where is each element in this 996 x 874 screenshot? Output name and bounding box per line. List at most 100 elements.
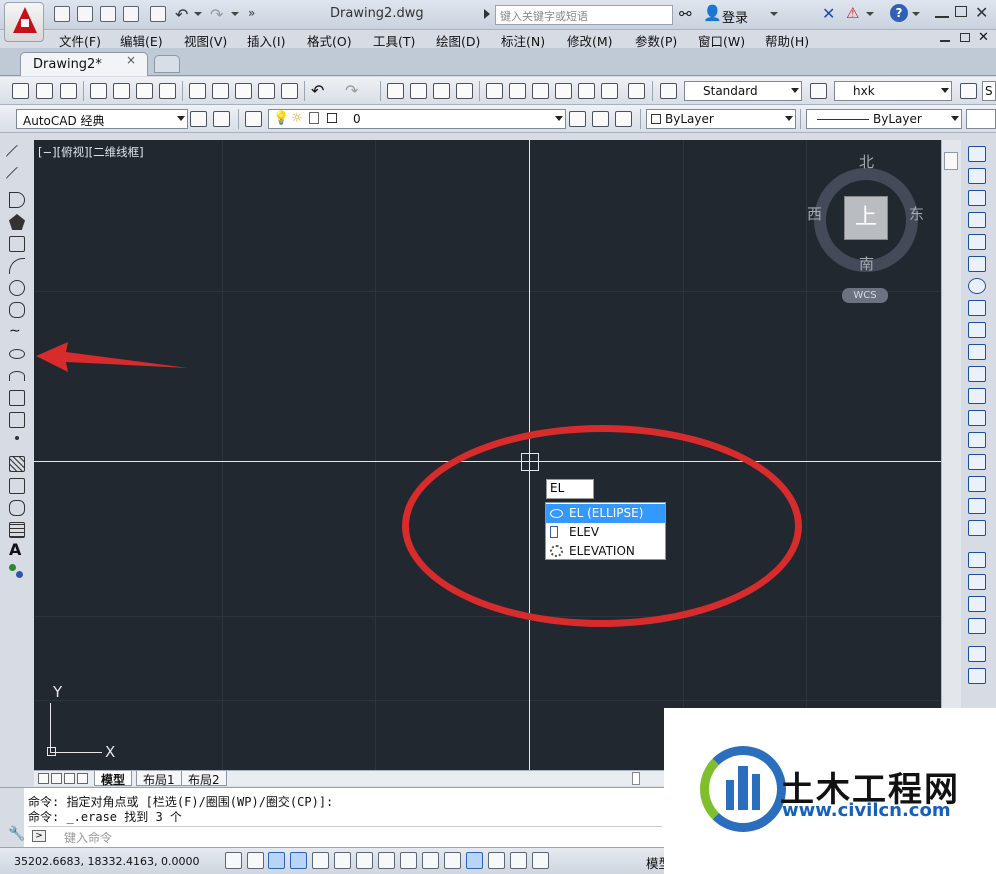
make-block-icon[interactable] — [9, 412, 25, 428]
next-layout-icon[interactable] — [64, 773, 75, 784]
stretch-icon[interactable] — [968, 322, 986, 338]
point-icon[interactable] — [15, 436, 19, 440]
text-style-select[interactable]: Standard — [684, 81, 802, 101]
minimize-icon[interactable] — [935, 8, 949, 18]
hatch-back-icon[interactable] — [968, 668, 986, 684]
layer-state-icon[interactable] — [615, 111, 632, 127]
layer-properties-icon[interactable] — [245, 111, 262, 127]
selection-cycling-icon[interactable] — [510, 852, 527, 869]
zoom-previous-icon[interactable] — [456, 83, 473, 99]
ortho-mode-icon[interactable] — [290, 852, 307, 869]
line-icon[interactable] — [5, 144, 29, 168]
dynamic-command-input[interactable]: EL — [546, 479, 594, 499]
more-tools-icon[interactable]: » — [248, 6, 255, 20]
dim-style-icon[interactable] — [810, 83, 827, 99]
chamfer-icon[interactable] — [968, 454, 986, 470]
object-snap-tracking-icon[interactable] — [378, 852, 395, 869]
offset-icon[interactable] — [968, 212, 986, 228]
lineweight-select[interactable] — [966, 109, 996, 129]
break-icon[interactable] — [968, 410, 986, 426]
plot-icon[interactable] — [90, 83, 107, 99]
text-front-icon[interactable] — [968, 646, 986, 662]
redo-dropdown-icon[interactable] — [231, 12, 239, 18]
undo-dropdown-icon[interactable] — [194, 12, 202, 18]
open-file-icon[interactable] — [77, 6, 93, 22]
object-snap-icon[interactable] — [334, 852, 351, 869]
construction-line-icon[interactable] — [5, 166, 29, 190]
workspace-select[interactable]: AutoCAD 经典 — [16, 109, 188, 129]
zoom-window-icon[interactable] — [433, 83, 450, 99]
move-icon[interactable] — [968, 256, 986, 272]
horizontal-scroll-thumb[interactable] — [632, 772, 640, 785]
login-link[interactable]: 登录 — [722, 7, 748, 26]
arc-icon[interactable] — [9, 258, 25, 274]
array-icon[interactable] — [968, 234, 986, 250]
vertical-scrollbar[interactable] — [941, 140, 961, 770]
compass-east[interactable]: 东 — [909, 203, 924, 224]
layer-previous-icon[interactable] — [592, 111, 609, 127]
scrollbar-thumb[interactable] — [944, 152, 958, 170]
3d-osnap-icon[interactable] — [356, 852, 373, 869]
revcloud-icon[interactable] — [9, 302, 25, 318]
compass-south[interactable]: 南 — [859, 253, 874, 274]
help-dropdown-icon[interactable] — [912, 12, 920, 18]
add-selected-icon[interactable] — [9, 564, 25, 580]
publish-icon[interactable] — [136, 83, 153, 99]
first-layout-icon[interactable] — [38, 773, 49, 784]
doc-minimize-icon[interactable] — [940, 40, 950, 42]
user-icon[interactable]: 👤 — [703, 4, 722, 22]
blend-curves-icon[interactable] — [968, 498, 986, 514]
login-dropdown-icon[interactable] — [770, 12, 778, 18]
connect-icon[interactable]: ⚠ — [846, 4, 859, 22]
table-style-icon[interactable] — [960, 83, 977, 99]
binoculars-icon[interactable]: ⚯ — [679, 5, 692, 23]
undo-icon[interactable]: ↶ — [175, 5, 188, 24]
save-icon[interactable] — [100, 6, 116, 22]
tab-layout2[interactable]: 布局2 — [181, 771, 227, 787]
pan-icon[interactable] — [387, 83, 404, 99]
gradient-icon[interactable] — [9, 478, 25, 494]
workspace-settings-icon[interactable] — [190, 111, 207, 127]
tab-close-icon[interactable]: × — [126, 53, 136, 67]
polygon-icon[interactable] — [9, 214, 25, 230]
text-style-icon[interactable] — [660, 83, 677, 99]
redo-icon[interactable]: ↷ — [210, 5, 223, 24]
circle-icon[interactable] — [9, 280, 25, 296]
3d-print-icon[interactable] — [159, 83, 176, 99]
copy-icon[interactable] — [212, 83, 229, 99]
open-icon[interactable] — [36, 83, 53, 99]
autocomplete-item-ellipse[interactable]: EL (ELLIPSE) — [546, 504, 665, 523]
new-tab-button[interactable] — [154, 55, 180, 73]
allow-ucs-icon[interactable] — [400, 852, 417, 869]
search-expand-icon[interactable] — [484, 9, 490, 19]
compass-west[interactable]: 西 — [807, 203, 822, 224]
polar-tracking-icon[interactable] — [312, 852, 329, 869]
infer-constraints-icon[interactable] — [225, 852, 242, 869]
help-icon[interactable]: ? — [890, 4, 908, 22]
break-at-point-icon[interactable] — [968, 388, 986, 404]
trim-icon[interactable] — [968, 344, 986, 360]
wcs-menu-button[interactable]: WCS — [842, 288, 888, 303]
undo-icon[interactable]: ↶ — [311, 81, 324, 100]
toolbar-icon[interactable] — [213, 111, 230, 127]
ellipse-icon[interactable] — [9, 349, 25, 359]
save-icon[interactable] — [60, 83, 77, 99]
rotate-icon[interactable] — [968, 278, 986, 294]
new-file-icon[interactable] — [54, 6, 70, 22]
command-line-input[interactable]: > 键入命令 — [28, 826, 662, 846]
layer-select[interactable]: 0 💡 ☼ — [268, 109, 566, 129]
maximize-icon[interactable] — [955, 6, 967, 17]
last-layout-icon[interactable] — [77, 773, 88, 784]
tab-model[interactable]: 模型 — [94, 771, 133, 787]
doc-restore-icon[interactable] — [960, 33, 970, 42]
ellipse-arc-icon[interactable] — [9, 371, 25, 381]
draworder-front-icon[interactable] — [968, 552, 986, 568]
annotation-monitor-icon[interactable] — [532, 852, 549, 869]
erase-icon[interactable] — [968, 146, 986, 162]
viewport-controls-label[interactable]: [−][俯视][二维线框] — [38, 144, 144, 160]
match-prop-icon[interactable] — [258, 83, 275, 99]
lineweight-icon[interactable] — [444, 852, 461, 869]
cut-icon[interactable] — [189, 83, 206, 99]
redo-icon[interactable]: ↷ — [345, 81, 358, 100]
prev-layout-icon[interactable] — [51, 773, 62, 784]
